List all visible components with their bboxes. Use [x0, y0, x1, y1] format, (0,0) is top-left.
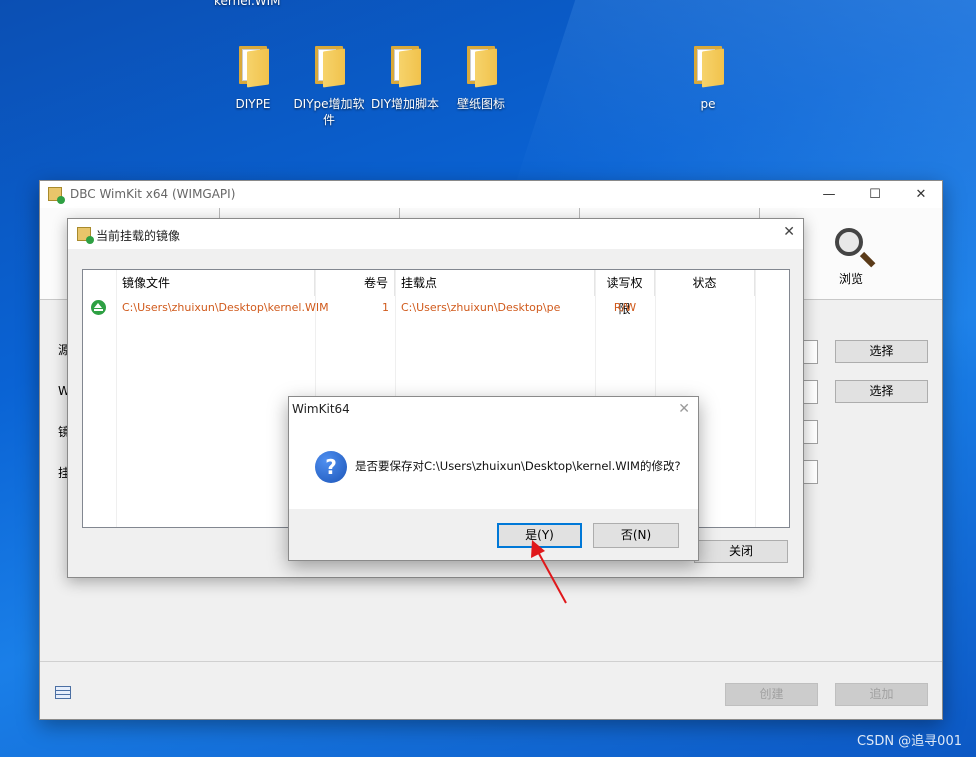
folder-icon [237, 44, 269, 88]
create-button[interactable]: 创建 [725, 683, 818, 706]
toolbar-divider [399, 208, 400, 218]
toolbar-divider [219, 208, 220, 218]
column-header-mount-point[interactable]: 挂载点 [395, 270, 595, 296]
browse-tool-button[interactable]: 浏览 [820, 226, 882, 287]
maximize-button[interactable]: ☐ [852, 181, 898, 208]
minimize-button[interactable]: — [806, 181, 852, 208]
mount-field[interactable] [804, 460, 818, 484]
app-icon [77, 227, 94, 244]
desktop-icon-label: DIYpe增加软件 [293, 97, 365, 127]
column-header-status[interactable]: 状态 [655, 270, 755, 296]
close-button[interactable]: ✕ [898, 181, 944, 208]
image-field[interactable] [804, 420, 818, 444]
desktop-folder-diype[interactable]: DIYPE [213, 44, 293, 112]
table-cell-status[interactable] [655, 296, 755, 320]
column-header-access[interactable]: 读写权限 [595, 270, 655, 316]
yes-button[interactable]: 是(Y) [497, 523, 582, 548]
dialog-title: WimKit64 [292, 402, 350, 416]
close-icon[interactable]: ✕ [678, 401, 690, 417]
desktop-folder-diy-scripts[interactable]: DIY增加脚本 [365, 44, 445, 112]
table-cell-mount-point[interactable]: C:\Users\zhuixun\Desktop\pe [395, 296, 595, 320]
question-icon: ? [315, 451, 347, 483]
save-changes-dialog: WimKit64 ✕ ? 是否要保存对C:\Users\zhuixun\Desk… [288, 396, 699, 561]
append-button[interactable]: 追加 [835, 683, 928, 706]
mounted-images-title: 当前挂载的镜像 [96, 229, 181, 243]
app-icon [48, 187, 65, 204]
toolbar-divider [759, 208, 760, 218]
list-icon[interactable] [55, 686, 71, 699]
dialog-titlebar[interactable]: WimKit64 ✕ [289, 397, 698, 425]
desktop-folder-wallpaper-icons[interactable]: 壁纸图标 [441, 44, 521, 112]
desktop-folder-diype-software[interactable]: DIYpe增加软件 [289, 44, 369, 128]
mounted-image-icon [91, 300, 106, 315]
desktop-icon-label: 壁纸图标 [456, 97, 505, 111]
close-icon[interactable]: ✕ [783, 224, 795, 240]
table-cell-image-file[interactable]: C:\Users\zhuixun\Desktop\kernel.WIM [116, 296, 329, 320]
select-wim-button[interactable]: 选择 [835, 380, 928, 403]
main-window-title: DBC WimKit x64 (WIMGAPI) [70, 187, 236, 201]
desktop-file-label: kernel.WIM [214, 0, 281, 8]
browse-label: 浏览 [838, 272, 863, 286]
close-dialog-button[interactable]: 关闭 [694, 540, 788, 563]
wim-path-field[interactable] [804, 380, 818, 404]
table-cell-volume[interactable]: 1 [315, 296, 395, 320]
desktop-folder-pe[interactable]: pe [668, 44, 748, 112]
folder-icon [313, 44, 345, 88]
folder-icon [389, 44, 421, 88]
watermark: CSDN @追寻001 [856, 734, 962, 749]
source-path-field[interactable] [804, 340, 818, 364]
main-window-footer: 创建 追加 [40, 661, 942, 719]
column-header-image-file[interactable]: 镜像文件 [116, 270, 315, 296]
folder-icon [465, 44, 497, 88]
table-cell-access[interactable]: R/W [595, 296, 655, 320]
main-window-titlebar[interactable]: DBC WimKit x64 (WIMGAPI) — ☐ ✕ [40, 181, 942, 208]
column-header-volume[interactable]: 卷号 [315, 270, 395, 296]
dialog-message: 是否要保存对C:\Users\zhuixun\Desktop\kernel.WI… [355, 459, 681, 473]
mounted-images-titlebar[interactable]: 当前挂载的镜像 ✕ [68, 219, 803, 249]
dialog-button-bar: 是(Y) 否(N) [289, 509, 698, 560]
magnifier-icon [831, 226, 876, 272]
desktop-icon-label: DIY增加脚本 [370, 97, 440, 111]
select-source-button[interactable]: 选择 [835, 340, 928, 363]
column-divider [755, 270, 756, 527]
toolbar-divider [579, 208, 580, 218]
no-button[interactable]: 否(N) [593, 523, 679, 548]
folder-icon [692, 44, 724, 88]
desktop-icon-label: DIYPE [235, 97, 271, 111]
desktop-icon-label: pe [700, 97, 716, 111]
